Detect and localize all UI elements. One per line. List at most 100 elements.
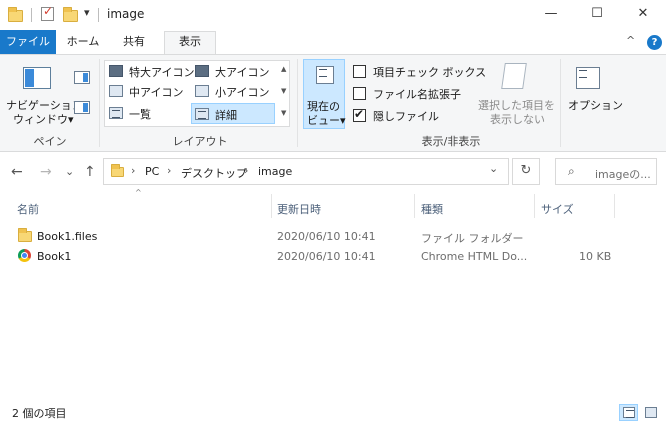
- address-dropdown-icon[interactable]: ⌄: [489, 162, 498, 175]
- file-name[interactable]: Book1: [37, 250, 71, 263]
- hidden-files-toggle[interactable]: [353, 107, 366, 122]
- separator: [98, 8, 99, 22]
- chrome-icon: [18, 249, 31, 262]
- layout-label: 中アイコン: [129, 86, 184, 99]
- medium-icons-icon: [109, 85, 123, 97]
- file-type: Chrome HTML Do...: [421, 250, 528, 263]
- gallery-more-icon[interactable]: ▼: [281, 109, 286, 117]
- breadcrumb-pc[interactable]: PC: [145, 165, 159, 178]
- layout-label: 詳細: [215, 109, 237, 122]
- new-folder-icon[interactable]: [63, 7, 78, 22]
- layout-label: 一覧: [129, 108, 151, 121]
- layout-small-icons[interactable]: 小アイコン: [193, 82, 279, 101]
- layout-details[interactable]: 詳細: [191, 103, 275, 124]
- details-view-button[interactable]: [619, 404, 638, 421]
- item-checkbox-label[interactable]: 項目チェック ボックス: [373, 64, 486, 80]
- breadcrumb-separator[interactable]: ›: [131, 164, 135, 177]
- close-button[interactable]: ✕: [620, 0, 666, 30]
- column-divider[interactable]: [614, 194, 615, 218]
- navigation-pane-label-2[interactable]: ウィンドウ▾: [13, 111, 74, 127]
- pane-group-label: ペイン: [33, 135, 67, 148]
- breadcrumb-separator[interactable]: ›: [244, 164, 248, 177]
- hide-selected-label-2: 表示しない: [490, 113, 545, 126]
- column-divider[interactable]: [534, 194, 535, 218]
- tab-file[interactable]: ファイル: [0, 30, 56, 54]
- group-separator: [560, 59, 561, 147]
- breadcrumb-image[interactable]: image: [258, 165, 292, 178]
- layout-label: 小アイコン: [215, 86, 270, 99]
- current-view-button[interactable]: 現在の ビュー▾: [303, 59, 346, 129]
- file-modified: 2020/06/10 10:41: [277, 250, 376, 263]
- refresh-button[interactable]: ↻: [512, 158, 540, 185]
- quick-access-dropdown-icon[interactable]: ▾: [84, 6, 90, 19]
- ribbon-view: ナビゲーション ウィンドウ▾ ペイン 特大アイコン 大アイコン 中アイコン 小ア…: [0, 54, 666, 152]
- title-bar: ✓ ▾ image — ☐ ✕: [0, 0, 666, 30]
- details-icon: [195, 108, 209, 120]
- hide-selected-icon: [501, 63, 527, 89]
- window-title: image: [107, 7, 145, 21]
- tab-share[interactable]: 共有: [114, 32, 154, 54]
- breadcrumb-desktop[interactable]: デスクトップ: [181, 165, 247, 181]
- show-hide-group-label: 表示/非表示: [421, 135, 481, 148]
- file-row[interactable]: Book1 2020/06/10 10:41 Chrome HTML Do...…: [0, 246, 666, 266]
- layout-label: 特大アイコン: [129, 66, 195, 79]
- layout-group-label: レイアウト: [172, 135, 228, 148]
- ribbon-tabs: ファイル ホーム 共有 表示 ^: [0, 30, 666, 55]
- options-label[interactable]: オプション: [568, 97, 623, 113]
- preview-pane-icon[interactable]: [74, 71, 90, 84]
- properties-check-icon[interactable]: ✓: [41, 4, 54, 21]
- column-divider[interactable]: [414, 194, 415, 218]
- gallery-down-icon[interactable]: ▼: [281, 87, 286, 95]
- column-size[interactable]: サイズ: [541, 201, 574, 217]
- recent-locations-button[interactable]: ⌄: [65, 165, 74, 178]
- small-icons-icon: [195, 85, 209, 97]
- address-bar[interactable]: › PC › デスクトップ › image ⌄: [103, 158, 509, 185]
- layout-large-icons[interactable]: 大アイコン: [193, 62, 279, 81]
- column-modified[interactable]: 更新日時: [277, 201, 321, 217]
- options-icon[interactable]: [576, 67, 600, 89]
- layout-medium-icons[interactable]: 中アイコン: [107, 82, 191, 101]
- extra-large-icons-icon: [109, 65, 123, 77]
- ribbon-collapse-button[interactable]: ^: [626, 34, 635, 47]
- minimize-button[interactable]: —: [528, 0, 574, 30]
- group-separator: [297, 59, 298, 147]
- column-name[interactable]: 名前: [17, 201, 39, 217]
- search-placeholder: imageの...: [595, 168, 651, 181]
- help-icon[interactable]: ?: [647, 35, 662, 50]
- gallery-up-icon[interactable]: ▲: [281, 65, 286, 73]
- file-modified: 2020/06/10 10:41: [277, 230, 376, 243]
- list-icon: [109, 107, 123, 119]
- folder-icon: [111, 164, 124, 177]
- separator: [31, 8, 32, 22]
- back-button[interactable]: ←: [11, 164, 23, 180]
- folder-icon: [8, 7, 23, 22]
- layout-extra-large-icons[interactable]: 特大アイコン: [107, 62, 195, 81]
- navigation-pane-icon[interactable]: [23, 67, 51, 89]
- large-icons-icon: [195, 65, 209, 77]
- details-pane-icon[interactable]: [74, 101, 90, 114]
- hidden-files-label[interactable]: 隠しファイル: [373, 108, 439, 124]
- column-divider[interactable]: [271, 194, 272, 218]
- layout-list[interactable]: 一覧: [107, 104, 191, 123]
- file-row[interactable]: Book1.files 2020/06/10 10:41 ファイル フォルダー: [0, 226, 666, 246]
- search-input[interactable]: ⌕ imageの...: [555, 158, 657, 185]
- large-icons-view-button[interactable]: [641, 404, 660, 421]
- tab-home[interactable]: ホーム: [60, 32, 106, 54]
- layout-label: 大アイコン: [215, 66, 270, 79]
- forward-button[interactable]: →: [40, 164, 52, 180]
- breadcrumb-separator[interactable]: ›: [167, 164, 171, 177]
- file-size: 10 KB: [579, 250, 612, 263]
- file-extension-label[interactable]: ファイル名拡張子: [373, 86, 461, 102]
- item-checkbox-toggle[interactable]: [353, 65, 366, 78]
- folder-icon: [18, 228, 32, 242]
- current-view-label-2: ビュー▾: [307, 114, 346, 127]
- column-type[interactable]: 種類: [421, 201, 443, 217]
- file-name[interactable]: Book1.files: [37, 230, 97, 243]
- search-icon: ⌕: [568, 164, 575, 178]
- maximize-button[interactable]: ☐: [574, 0, 620, 30]
- tab-view[interactable]: 表示: [164, 31, 216, 55]
- status-item-count: 2 個の項目: [12, 407, 67, 420]
- up-button[interactable]: ↑: [84, 164, 96, 180]
- details-view-icon: [623, 407, 635, 418]
- file-extension-toggle[interactable]: [353, 87, 366, 100]
